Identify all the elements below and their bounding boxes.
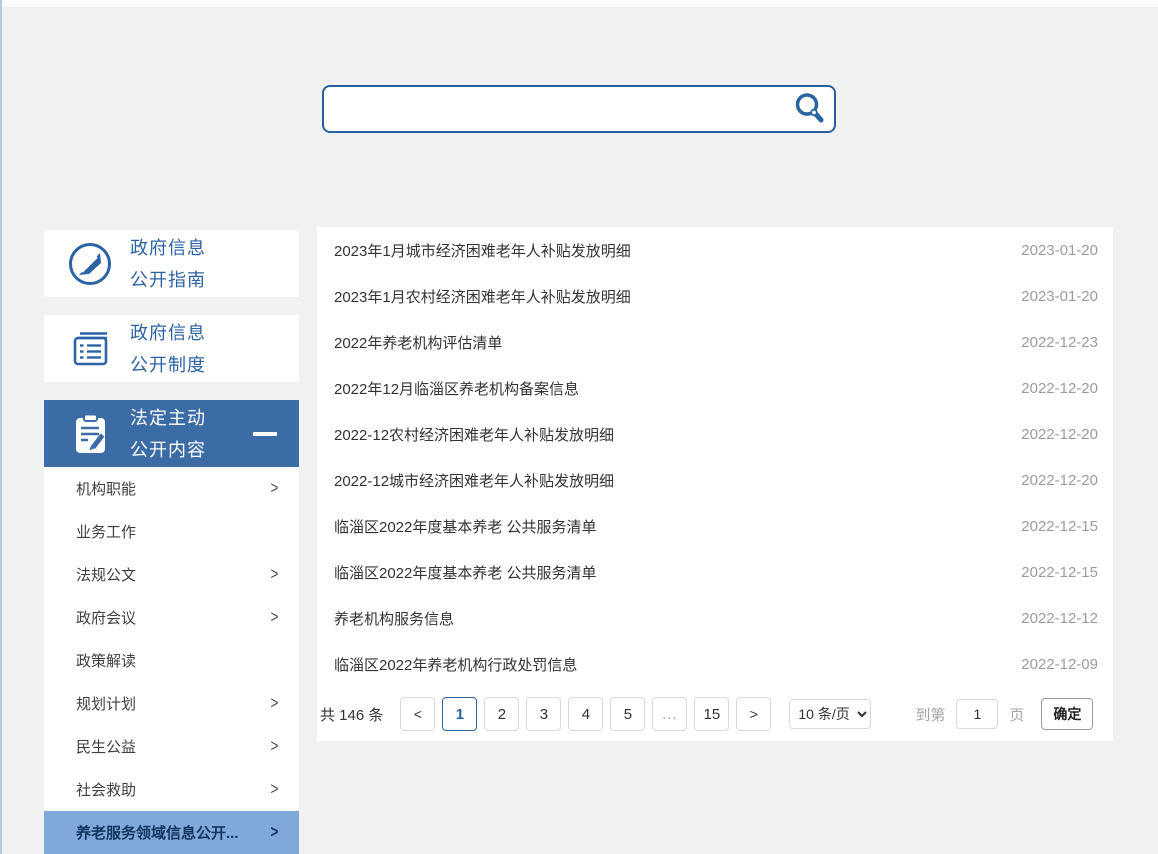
article-date: 2022-12-20 [1021, 380, 1098, 397]
chevron-right-icon: > [271, 479, 279, 499]
article-link[interactable]: 2023年1月城市经济困难老年人补贴发放明细 [334, 240, 631, 261]
sidebar-item-gov-info-guide[interactable]: 政府信息 公开指南 [44, 230, 299, 297]
article-date: 2023-01-20 [1021, 242, 1098, 259]
search-button[interactable] [784, 87, 834, 131]
article-link[interactable]: 养老机构服务信息 [334, 608, 454, 629]
prev-page-button[interactable]: < [400, 697, 435, 731]
list-item: 2022-12城市经济困难老年人补贴发放明细 2022-12-20 [317, 457, 1113, 503]
sidebar-item-business-work[interactable]: 业务工作 [44, 510, 299, 553]
page-button-5[interactable]: 5 [610, 697, 645, 731]
menu-label: 机构职能 [76, 478, 136, 499]
page-size-select[interactable]: 10 条/页 [789, 699, 871, 729]
jump-prefix-label: 到第 [915, 704, 945, 725]
total-count-label: 共 146 条 [320, 704, 383, 725]
left-edge-accent [0, 0, 2, 854]
list-item: 临淄区2022年度基本养老 公共服务清单 2022-12-15 [317, 503, 1113, 549]
menu-label: 业务工作 [76, 521, 136, 542]
menu-label: 政府会议 [76, 607, 136, 628]
sidebar-item-policy-interpretation[interactable]: 政策解读 [44, 639, 299, 682]
chevron-right-icon: > [271, 737, 279, 757]
clipboard-pencil-icon [67, 411, 113, 457]
article-link[interactable]: 2022年12月临淄区养老机构备案信息 [334, 378, 579, 399]
list-item: 2022年养老机构评估清单 2022-12-23 [317, 319, 1113, 365]
article-date: 2022-12-12 [1021, 610, 1098, 627]
ledger-icon [67, 326, 113, 372]
article-link[interactable]: 2023年1月农村经济困难老年人补贴发放明细 [334, 286, 631, 307]
sidebar: 政府信息 公开指南 政府信息 公开制度 [44, 230, 299, 854]
jump-suffix-label: 页 [1009, 704, 1024, 725]
sidebar-section-statutory-disclosure[interactable]: 法定主动 公开内容 [44, 400, 299, 467]
menu-label: 法规公文 [76, 564, 136, 585]
list-item: 临淄区2022年养老机构行政处罚信息 2022-12-09 [317, 641, 1113, 687]
menu-label: 规划计划 [76, 693, 136, 714]
sidebar-item-agency-functions[interactable]: 机构职能 > [44, 467, 299, 510]
article-list: 2023年1月城市经济困难老年人补贴发放明细 2023-01-20 2023年1… [317, 227, 1113, 687]
list-item: 2022-12农村经济困难老年人补贴发放明细 2022-12-20 [317, 411, 1113, 457]
sidebar-item-gov-meetings[interactable]: 政府会议 > [44, 596, 299, 639]
article-link[interactable]: 临淄区2022年度基本养老 公共服务清单 [334, 516, 597, 537]
content-panel: 2023年1月城市经济困难老年人补贴发放明细 2023-01-20 2023年1… [317, 227, 1113, 741]
article-link[interactable]: 2022年养老机构评估清单 [334, 332, 502, 353]
menu-label: 养老服务领域信息公开... [76, 822, 239, 843]
chevron-right-icon: > [271, 694, 279, 714]
page: 政府信息 公开指南 政府信息 公开制度 [0, 0, 1158, 854]
menu-label: 民生公益 [76, 736, 136, 757]
jump-page-input[interactable] [956, 699, 998, 729]
chevron-right-icon: > [271, 823, 279, 843]
list-item: 临淄区2022年度基本养老 公共服务清单 2022-12-15 [317, 549, 1113, 595]
article-link[interactable]: 临淄区2022年度基本养老 公共服务清单 [334, 562, 597, 583]
search-input[interactable] [324, 87, 784, 131]
sidebar-item-label: 政府信息 公开指南 [130, 232, 206, 296]
article-date: 2022-12-20 [1021, 426, 1098, 443]
search-bar [322, 85, 836, 133]
article-date: 2022-12-15 [1021, 518, 1098, 535]
compass-icon [67, 241, 113, 287]
collapse-minus-icon[interactable] [253, 432, 277, 436]
page-button-2[interactable]: 2 [484, 697, 519, 731]
chevron-right-icon: > [271, 608, 279, 628]
list-item: 2023年1月农村经济困难老年人补贴发放明细 2023-01-20 [317, 273, 1113, 319]
sidebar-item-label: 政府信息 公开制度 [130, 317, 206, 381]
article-link[interactable]: 2022-12城市经济困难老年人补贴发放明细 [334, 470, 614, 491]
article-date: 2022-12-15 [1021, 564, 1098, 581]
menu-label: 社会救助 [76, 779, 136, 800]
article-date: 2022-12-20 [1021, 472, 1098, 489]
confirm-button[interactable]: 确定 [1041, 698, 1093, 730]
sidebar-item-gov-info-system[interactable]: 政府信息 公开制度 [44, 315, 299, 382]
sidebar-item-planning[interactable]: 规划计划 > [44, 682, 299, 725]
sidebar-item-regulations[interactable]: 法规公文 > [44, 553, 299, 596]
jump-to-page: 到第 页 确定 [915, 698, 1093, 730]
chevron-right-icon: > [271, 780, 279, 800]
next-page-button[interactable]: > [736, 697, 771, 731]
article-link[interactable]: 临淄区2022年养老机构行政处罚信息 [334, 654, 577, 675]
sidebar-item-social-assistance[interactable]: 社会救助 > [44, 768, 299, 811]
sidebar-section-label: 法定主动 公开内容 [130, 402, 206, 466]
list-item: 2023年1月城市经济困难老年人补贴发放明细 2023-01-20 [317, 227, 1113, 273]
page-button-15[interactable]: 15 [694, 697, 729, 731]
page-button-3[interactable]: 3 [526, 697, 561, 731]
list-item: 2022年12月临淄区养老机构备案信息 2022-12-20 [317, 365, 1113, 411]
top-band [0, 0, 1158, 7]
article-date: 2022-12-09 [1021, 656, 1098, 673]
pagination-bar: 共 146 条 < 1 2 3 4 5 ... 15 > 10 条/页 到第 页… [317, 687, 1113, 741]
page-button-1[interactable]: 1 [442, 697, 477, 731]
sidebar-menu: 机构职能 > 业务工作 法规公文 > 政府会议 > 政策解读 规划计划 > [44, 467, 299, 854]
article-date: 2022-12-23 [1021, 334, 1098, 351]
article-link[interactable]: 2022-12农村经济困难老年人补贴发放明细 [334, 424, 614, 445]
chevron-right-icon: > [271, 565, 279, 585]
page-button-4[interactable]: 4 [568, 697, 603, 731]
page-ellipsis-button[interactable]: ... [652, 697, 687, 731]
list-item: 养老机构服务信息 2022-12-12 [317, 595, 1113, 641]
sidebar-item-elderly-care-disclosure[interactable]: 养老服务领域信息公开... > [44, 811, 299, 854]
article-date: 2023-01-20 [1021, 288, 1098, 305]
menu-label: 政策解读 [76, 650, 136, 671]
sidebar-item-livelihood-welfare[interactable]: 民生公益 > [44, 725, 299, 768]
search-icon [792, 91, 826, 128]
